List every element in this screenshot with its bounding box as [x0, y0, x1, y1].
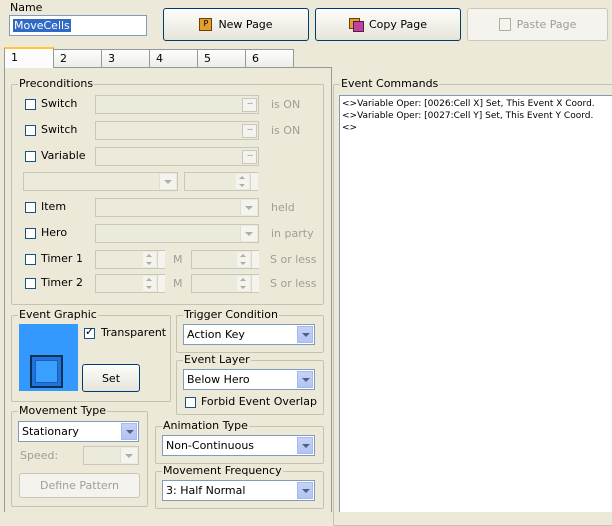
timer2-minutes-spinner[interactable] — [95, 274, 165, 293]
switch2-field: ... — [95, 121, 259, 140]
define-pattern-button[interactable]: Define Pattern — [19, 473, 140, 498]
check-mark-icon: ✓ — [85, 325, 95, 338]
switch2-browse-button[interactable]: ... — [242, 124, 257, 138]
animation-select[interactable]: Non-Continuous — [162, 435, 315, 456]
variable-browse-button[interactable]: ... — [242, 150, 257, 164]
hero-checkbox[interactable] — [25, 228, 36, 239]
switch2-label: Switch — [41, 123, 78, 136]
commands-title: Event Commands — [340, 77, 440, 90]
hero-suffix: in party — [271, 227, 314, 240]
animation-title: Animation Type — [162, 419, 249, 432]
commands-list[interactable]: <>Variable Oper: [0026:Cell X] Set, This… — [339, 95, 612, 512]
variable-label: Variable — [41, 149, 86, 162]
transparent-checkbox[interactable]: ✓ — [84, 325, 95, 339]
trigger-select[interactable]: Action Key — [183, 324, 315, 345]
preconditions-title: Preconditions — [18, 77, 95, 90]
timer1-minutes-spinner[interactable] — [95, 250, 165, 269]
trigger-title: Trigger Condition — [183, 308, 279, 321]
timer2-seconds-spinner[interactable] — [191, 274, 259, 293]
timer1-label: Timer 1 — [41, 252, 83, 265]
transparent-label: Transparent — [101, 326, 167, 339]
switch1-label: Switch — [41, 97, 78, 110]
variable-compare-select[interactable] — [23, 172, 178, 191]
item-suffix: held — [271, 201, 295, 214]
switch2-suffix: is ON — [271, 124, 301, 137]
speed-select[interactable] — [83, 446, 139, 465]
hero-select[interactable] — [95, 224, 259, 243]
forbid-overlap-checkbox[interactable] — [185, 397, 196, 408]
timer1-suffix: S or less — [270, 253, 317, 266]
speed-label: Speed: — [20, 449, 59, 462]
item-label: Item — [41, 200, 67, 213]
hero-label: Hero — [41, 226, 68, 239]
item-select[interactable] — [95, 198, 259, 217]
timer1-seconds-spinner[interactable] — [191, 250, 259, 269]
event-graphic-preview[interactable] — [19, 324, 78, 391]
layer-select[interactable]: Below Hero — [183, 369, 315, 390]
switch1-suffix: is ON — [271, 98, 301, 111]
layer-title: Event Layer — [183, 353, 251, 366]
command-line[interactable]: <>Variable Oper: [0027:Cell Y] Set, This… — [342, 110, 610, 122]
frequency-title: Movement Frequency — [162, 464, 283, 477]
panel-content: Preconditions Switch ... is ON Switch ..… — [0, 0, 612, 526]
event-sprite-icon — [30, 355, 63, 388]
switch1-field: ... — [95, 95, 259, 114]
frequency-select[interactable]: 3: Half Normal — [162, 480, 315, 501]
command-line[interactable]: <>Variable Oper: [0026:Cell X] Set, This… — [342, 98, 610, 110]
timer1-checkbox[interactable] — [25, 254, 36, 265]
command-line[interactable]: <> — [342, 122, 610, 134]
forbid-overlap-label: Forbid Event Overlap — [201, 395, 317, 408]
timer2-label: Timer 2 — [41, 276, 83, 289]
variable-value-spinner[interactable] — [184, 172, 258, 191]
set-graphic-button[interactable]: Set — [82, 364, 140, 392]
variable-field: ... — [95, 147, 259, 166]
event-graphic-title: Event Graphic — [18, 308, 98, 321]
timer2-checkbox[interactable] — [25, 278, 36, 289]
movement-title: Movement Type — [18, 404, 108, 417]
switch2-checkbox[interactable] — [25, 125, 36, 136]
item-checkbox[interactable] — [25, 202, 36, 213]
switch1-checkbox[interactable] — [25, 99, 36, 110]
variable-checkbox[interactable] — [25, 151, 36, 162]
movement-select[interactable]: Stationary — [18, 421, 139, 442]
timer2-min-label: M — [173, 277, 183, 290]
preconditions-group: Preconditions — [11, 78, 324, 305]
timer1-min-label: M — [173, 253, 183, 266]
timer2-suffix: S or less — [270, 277, 317, 290]
switch1-browse-button[interactable]: ... — [242, 98, 257, 112]
